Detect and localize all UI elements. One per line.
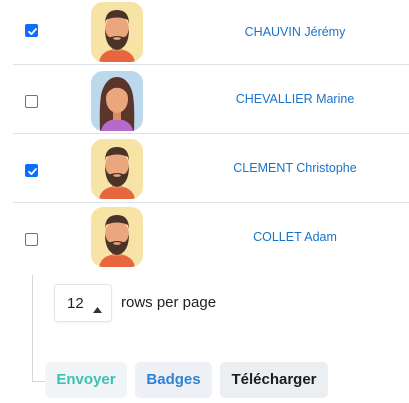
rows-per-page-label: rows per page [121, 294, 217, 311]
tree-connector-line [32, 275, 33, 381]
user-table: CHAUVIN Jérémy CHEVALLIER Marine CLEMENT… [13, 0, 409, 271]
avatar [91, 207, 143, 267]
row-checkbox[interactable] [25, 233, 38, 246]
user-name-link[interactable]: CHEVALLIER Marine [214, 92, 376, 106]
rows-per-page-select[interactable]: 12 [54, 284, 112, 322]
table-row: CLEMENT Christophe [13, 134, 409, 203]
rows-per-page-value: 12 [67, 295, 84, 312]
user-name-link[interactable]: CLEMENT Christophe [214, 161, 376, 175]
row-checkbox[interactable] [25, 95, 38, 108]
row-checkbox[interactable] [25, 164, 38, 177]
row-checkbox[interactable] [25, 24, 38, 37]
table-row: CHEVALLIER Marine [13, 65, 409, 134]
user-name-link[interactable]: CHAUVIN Jérémy [214, 25, 376, 39]
badges-button[interactable]: Badges [135, 362, 212, 398]
tree-connector-branch [32, 381, 46, 382]
table-row: COLLET Adam [13, 203, 409, 271]
avatar [91, 71, 143, 131]
send-button[interactable]: Envoyer [45, 362, 127, 398]
user-name-link[interactable]: COLLET Adam [214, 230, 376, 244]
avatar [91, 139, 143, 199]
table-row: CHAUVIN Jérémy [13, 0, 409, 65]
avatar [91, 2, 143, 62]
caret-up-icon [93, 300, 102, 318]
download-button[interactable]: Télécharger [220, 362, 328, 398]
